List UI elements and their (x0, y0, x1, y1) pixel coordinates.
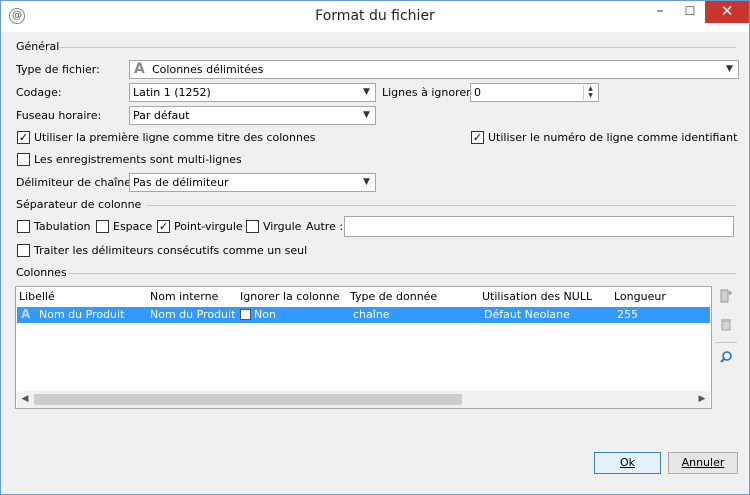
scroll-thumb[interactable] (34, 394, 462, 405)
skip-lines-stepper[interactable]: 0 ▲ ▼ (470, 83, 599, 102)
side-divider (715, 342, 737, 343)
tab-label: Tabulation (34, 220, 91, 233)
multiline-checkbox[interactable] (17, 153, 30, 166)
string-type-icon: A (21, 307, 31, 321)
encoding-value: Latin 1 (1252) (133, 86, 211, 99)
semicolon-checkbox[interactable]: ✓ (157, 220, 170, 233)
file-type-label: Type de fichier: (16, 63, 100, 76)
timezone-select[interactable]: Par défaut ▼ (129, 106, 376, 125)
separator-divider (147, 205, 736, 206)
cell-internal-name: Nom du Produit (150, 308, 236, 321)
cell-label: Nom du Produit (39, 308, 125, 321)
add-column-icon[interactable] (717, 289, 735, 307)
chevron-down-icon[interactable]: ▼ (358, 174, 375, 191)
timezone-value: Par défaut (133, 109, 190, 122)
multiline-label: Les enregistrements sont multi-lignes (34, 153, 242, 166)
cell-length: 255 (617, 308, 638, 321)
chevron-down-icon[interactable]: ▼ (721, 61, 738, 78)
columns-table[interactable]: Libellé Nom interne Ignorer la colonne T… (15, 286, 712, 409)
comma-checkbox[interactable] (246, 220, 259, 233)
ok-button-label: Ok (619, 456, 636, 469)
string-delimiter-label: Délimiteur de chaîne: (16, 176, 135, 189)
separator-section-title: Séparateur de colonne (16, 198, 142, 211)
columns-section-title: Colonnes (16, 266, 67, 279)
cell-null-usage: Défaut Neolane (484, 308, 570, 321)
title-bar: @ Format du fichier – ☐ ✕ (1, 1, 749, 32)
columns-divider (69, 273, 736, 274)
chevron-down-icon[interactable]: ▼ (358, 84, 375, 101)
column-header-internal-name[interactable]: Nom interne (150, 290, 218, 303)
maximize-button[interactable]: ☐ (675, 1, 705, 23)
consecutive-delimiters-label: Traiter les délimiteurs consécutifs comm… (34, 244, 308, 257)
skip-lines-label: Lignes à ignorer: (382, 86, 475, 99)
table-row[interactable]: A Nom du Produit Nom du Produit Non chaî… (17, 307, 710, 323)
semicolon-label: Point-virgule (174, 220, 243, 233)
horizontal-scrollbar[interactable]: ◀ ▶ (17, 391, 710, 408)
skip-lines-value: 0 (474, 86, 481, 99)
general-section-title: Général (16, 40, 60, 53)
ok-button[interactable]: Ok (594, 452, 661, 474)
scroll-left-icon[interactable]: ◀ (17, 392, 33, 407)
chevron-down-icon[interactable]: ▼ (358, 107, 375, 124)
cancel-button-label: Annuler (681, 456, 725, 469)
timezone-label: Fuseau horaire: (16, 109, 102, 122)
general-divider (59, 47, 736, 48)
column-header-data-type[interactable]: Type de donnée (350, 290, 437, 303)
scroll-right-icon[interactable]: ▶ (694, 392, 710, 407)
delete-icon[interactable] (717, 317, 735, 335)
string-delimiter-select[interactable]: Pas de délimiteur ▼ (129, 173, 376, 192)
tab-checkbox[interactable] (17, 220, 30, 233)
spin-up-icon[interactable]: ▲ (584, 85, 597, 92)
other-separator-input[interactable] (344, 216, 734, 237)
space-label: Espace (113, 220, 153, 233)
comma-label: Virgule (263, 220, 302, 233)
ignore-column-checkbox[interactable] (240, 309, 251, 320)
dialog-window: @ Format du fichier – ☐ ✕ Général Type d… (0, 0, 750, 495)
spin-down-icon[interactable]: ▼ (584, 92, 597, 99)
line-number-id-checkbox[interactable]: ✓ (471, 131, 484, 144)
string-delimiter-value: Pas de délimiteur (133, 176, 229, 189)
cancel-button[interactable]: Annuler (668, 452, 738, 474)
encoding-label: Codage: (16, 86, 62, 99)
consecutive-delimiters-checkbox[interactable] (17, 244, 30, 257)
minimize-button[interactable]: – (645, 1, 675, 23)
column-header-null-usage[interactable]: Utilisation des NULL (482, 290, 592, 303)
first-line-titles-checkbox[interactable]: ✓ (17, 131, 30, 144)
line-number-id-label: Utiliser le numéro de ligne comme identi… (488, 131, 738, 144)
file-type-select[interactable]: A Colonnes délimitées ▼ (129, 60, 739, 79)
column-header-length[interactable]: Longueur (614, 290, 666, 303)
file-type-value: Colonnes délimitées (152, 63, 264, 76)
close-button[interactable]: ✕ (705, 1, 749, 23)
search-icon[interactable] (717, 350, 735, 368)
cell-ignore: Non (254, 308, 276, 321)
window-title: Format du fichier (315, 8, 435, 24)
column-header-label[interactable]: Libellé (19, 290, 55, 303)
encoding-select[interactable]: Latin 1 (1252) ▼ (129, 83, 376, 102)
column-header-ignore[interactable]: Ignorer la colonne (240, 290, 340, 303)
delimited-columns-icon: A (134, 61, 145, 77)
space-checkbox[interactable] (96, 220, 109, 233)
first-line-titles-label: Utiliser la première ligne comme titre d… (34, 131, 316, 144)
spin-buttons[interactable]: ▲ ▼ (583, 85, 597, 100)
other-label: Autre : (306, 220, 344, 233)
cell-data-type: chaîne (353, 308, 390, 321)
